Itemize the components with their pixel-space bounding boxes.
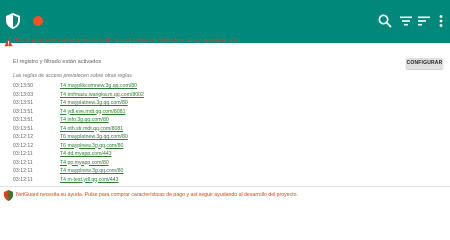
log-time: 03:13:51 [13,125,34,132]
log-time: 03:13:51 [13,117,34,123]
log-time: 03:12:11 [13,159,33,166]
log-time: 03:12:12 [13,142,34,149]
list-item[interactable]: 03:13:50 T4 mayplikcomnew.3g.qq.com/80 [0,82,450,91]
configure-button[interactable]: CONFIGURAR [406,58,443,69]
log-time: 03:13:51 [13,108,34,115]
log-host-link[interactable]: T4 mayplnew.3g.qq.com/80 [60,168,123,174]
warning-icon [4,38,13,47]
log-time: 03:13:50 [13,83,34,89]
log-host-link[interactable]: T4 pp.myapp.com/80 [60,160,109,166]
log-time: 03:12:11 [13,151,33,157]
log-time: 03:12:11 [13,176,33,183]
log-host-link[interactable]: T4 oth.str.mdt.qq.com/8081 [60,126,123,132]
list-item[interactable]: 03:13:03 T4 tmfmazu.wangka.m.qq.com/8002 [0,91,450,100]
log-host-link[interactable]: T4 dd.myapp.com/443 [60,151,112,157]
support-text: NetGuard necesita su ayuda. Pulse para c… [16,192,299,198]
list-item[interactable]: 03:12:11 T4 mayplnew.3g.qq.com/80 [0,167,450,176]
log-time: 03:13:03 [13,91,34,98]
list-item[interactable]: 03:12:11 T4 dd.myapp.com/443 [0,150,450,159]
notice-text: Tap to grant notification permissions (f… [15,38,241,44]
log-time: 03:12:12 [13,134,34,140]
rules-subtitle: Las reglas de acceso prevalecen sobre ot… [13,73,132,79]
log-host-link[interactable]: T4 info.3g.qq.com/80 [60,117,109,123]
support-banner[interactable]: NetGuard necesita su ayuda. Pulse para c… [0,186,450,204]
log-host-link[interactable]: T4 tmfmazu.wangka.m.qq.com/8002 [60,92,144,98]
log-host-link[interactable]: T6 mayplnew.3g.qq.com/80 [60,143,123,149]
log-host-link[interactable]: T4 mayplatnew.3g.qq.com/80 [60,100,128,106]
filter-icon[interactable] [398,13,414,29]
list-item[interactable]: 03:13:51 T4 info.3g.qq.com/80 [0,116,450,125]
log-time: 03:12:11 [13,168,33,174]
list-item[interactable]: 03:13:51 T4 ydl.eve.mdt.qq.com/8081 [0,108,450,117]
access-log-list: 03:13:50 T4 mayplikcomnew.3g.qq.com/80 03… [0,82,450,184]
log-host-link[interactable]: T4 ydl.eve.mdt.qq.com/8081 [60,109,125,115]
list-item[interactable]: 03:13:51 T4 oth.str.mdt.qq.com/8081 [0,125,450,134]
search-icon[interactable] [377,13,393,29]
log-host-link[interactable]: T6 mayplatnew.3g.qq.com/80 [60,134,128,140]
logging-status-text: El registro y filtrado están activados [13,59,102,65]
list-item[interactable]: 03:13:51 T4 mayplatnew.3g.qq.com/80 [0,99,450,108]
log-time: 03:13:51 [13,100,34,106]
list-item[interactable]: 03:12:11 T4 pp.myapp.com/80 [0,159,450,168]
notification-permission-banner[interactable]: Tap to grant notification permissions (f… [0,36,450,49]
list-item[interactable]: 03:12:12 T6 mayplnew.3g.qq.com/80 [0,142,450,151]
list-item[interactable]: 03:12:11 T4 m-test.ydl.qq.com/443 [0,176,450,185]
log-host-link[interactable]: T4 mayplikcomnew.3g.qq.com/80 [60,83,137,89]
sort-icon[interactable] [416,13,432,29]
netguard-logo-icon [4,190,13,201]
log-host-link[interactable]: T4 m-test.ydl.qq.com/443 [60,177,119,183]
overflow-menu-icon[interactable] [433,13,449,29]
list-item[interactable]: 03:12:12 T6 mayplatnew.3g.qq.com/80 [0,133,450,142]
status-dot-icon [33,16,43,26]
shield-icon[interactable] [6,13,20,29]
